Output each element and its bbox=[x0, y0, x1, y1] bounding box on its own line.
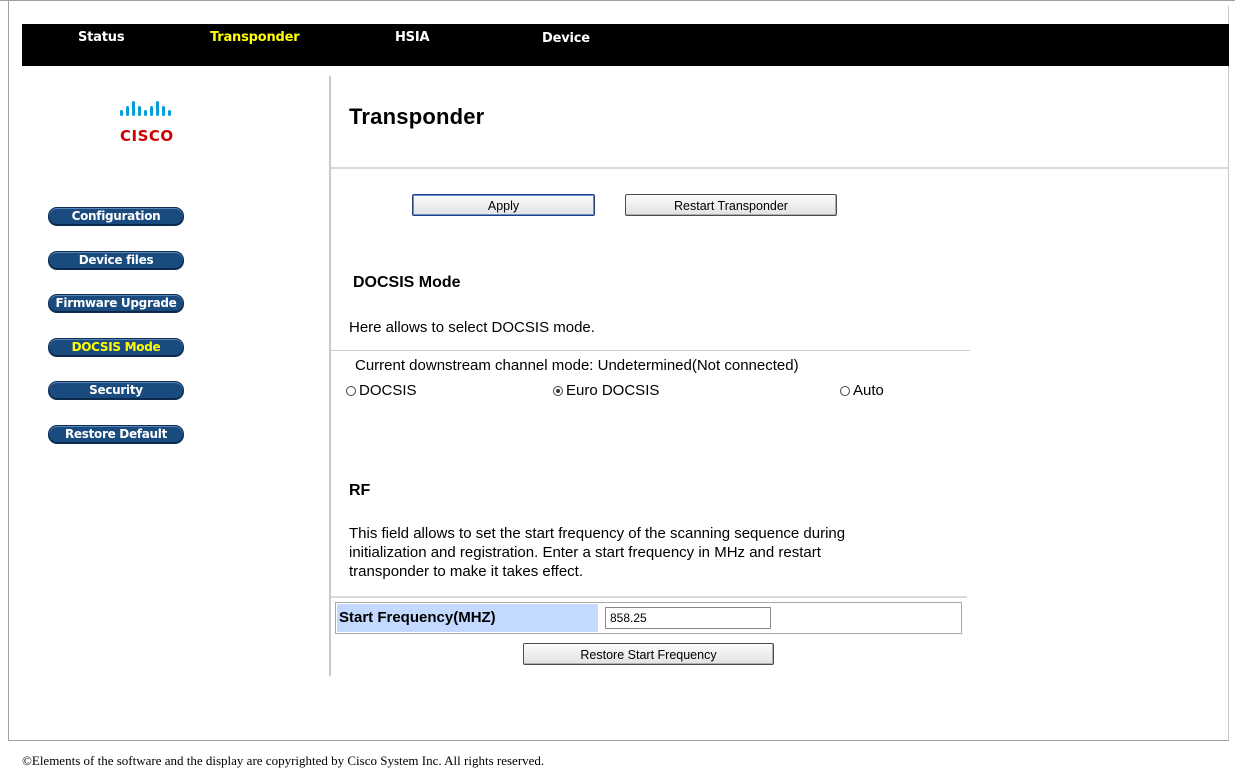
nav-item-status[interactable]: Status bbox=[78, 30, 125, 45]
rf-description-line-2: initialization and registration. Enter a… bbox=[349, 544, 821, 561]
frame-top-border bbox=[0, 0, 1235, 1]
sidebar-item-security[interactable]: Security bbox=[48, 381, 184, 400]
restore-start-frequency-button[interactable]: Restore Start Frequency bbox=[523, 643, 774, 665]
sidebar-item-device-files[interactable]: Device files bbox=[48, 251, 184, 270]
docsis-separator bbox=[331, 350, 970, 351]
cisco-logo-text: CISCO bbox=[120, 127, 174, 145]
start-frequency-label: Start Frequency(MHZ) bbox=[337, 604, 598, 632]
sidebar-item-restore-default[interactable]: Restore Default bbox=[48, 425, 184, 444]
start-frequency-row: Start Frequency(MHZ) bbox=[335, 602, 962, 634]
frame-left-border bbox=[8, 0, 9, 740]
radio-euro-docsis-circle[interactable] bbox=[553, 385, 563, 396]
radio-auto-circle[interactable] bbox=[840, 385, 850, 396]
docsis-mode-heading: DOCSIS Mode bbox=[353, 274, 461, 291]
radio-euro-docsis-label: Euro DOCSIS bbox=[566, 382, 660, 399]
rf-heading: RF bbox=[349, 482, 371, 499]
sidebar-item-configuration[interactable]: Configuration bbox=[48, 207, 184, 226]
radio-docsis[interactable]: DOCSIS bbox=[346, 382, 417, 399]
docsis-mode-description: Here allows to select DOCSIS mode. bbox=[349, 319, 595, 336]
content-divider bbox=[329, 76, 331, 676]
radio-auto[interactable]: Auto bbox=[840, 382, 884, 399]
radio-euro-docsis[interactable]: Euro DOCSIS bbox=[553, 382, 659, 399]
rf-description-line-1: This field allows to set the start frequ… bbox=[349, 525, 846, 542]
cisco-logo: CISCO bbox=[120, 100, 195, 145]
title-separator bbox=[331, 167, 1229, 169]
rf-description-line-3: transponder to make it takes effect. bbox=[349, 563, 584, 580]
frame-right-border bbox=[1228, 6, 1229, 740]
top-navigation-bar: Status Transponder HSIA Device bbox=[22, 24, 1229, 66]
copyright-footer: ©Elements of the software and the displa… bbox=[22, 753, 545, 768]
radio-docsis-circle[interactable] bbox=[346, 385, 356, 396]
sidebar-item-docsis-mode[interactable]: DOCSIS Mode bbox=[48, 338, 184, 357]
apply-button[interactable]: Apply bbox=[412, 194, 595, 216]
radio-docsis-label: DOCSIS bbox=[359, 382, 417, 399]
cisco-bridge-icon bbox=[120, 101, 171, 116]
start-frequency-input[interactable] bbox=[605, 607, 771, 629]
frame-bottom-border bbox=[8, 740, 1229, 741]
sidebar-item-firmware-upgrade[interactable]: Firmware Upgrade bbox=[48, 294, 184, 313]
restart-transponder-button[interactable]: Restart Transponder bbox=[625, 194, 837, 216]
current-channel-mode: Current downstream channel mode: Undeter… bbox=[355, 357, 799, 374]
radio-auto-label: Auto bbox=[853, 382, 884, 399]
rf-separator bbox=[331, 596, 967, 598]
nav-item-device[interactable]: Device bbox=[542, 31, 590, 46]
nav-item-transponder[interactable]: Transponder bbox=[210, 30, 300, 45]
page-title: Transponder bbox=[349, 104, 485, 129]
nav-item-hsia[interactable]: HSIA bbox=[395, 30, 430, 45]
